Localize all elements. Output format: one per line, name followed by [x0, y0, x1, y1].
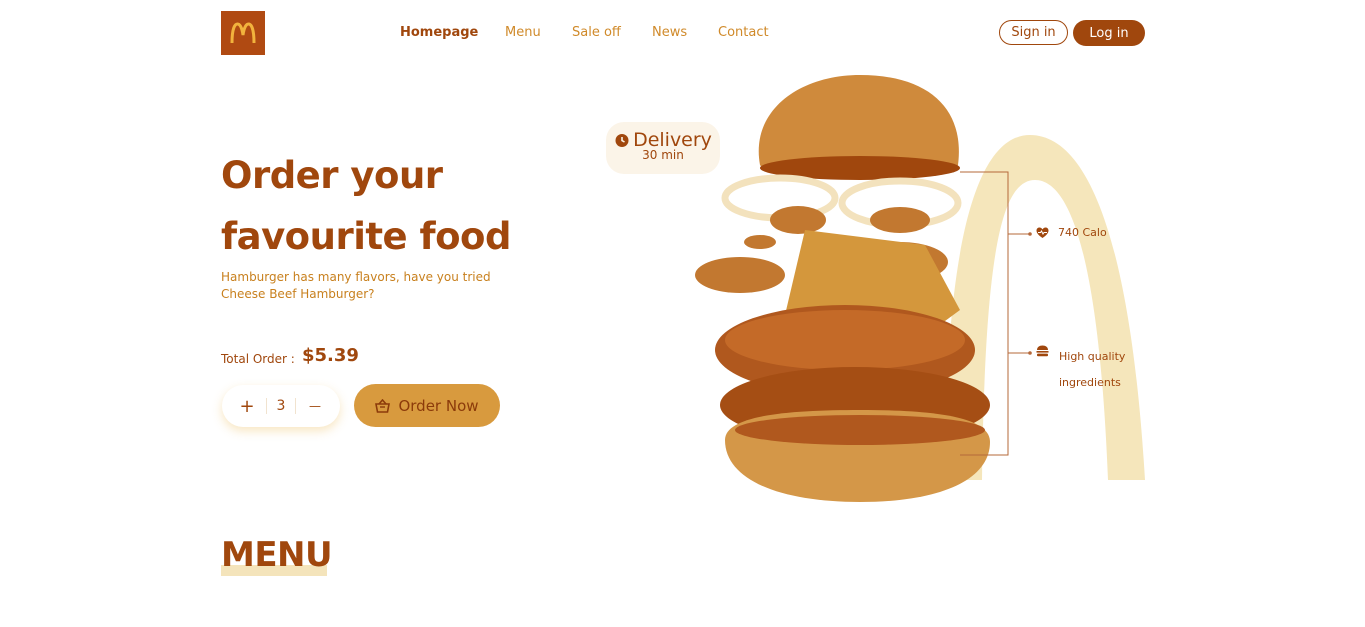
quantity-stepper: + 3 —	[222, 385, 340, 427]
hero-title-line2: favourite food	[221, 215, 511, 258]
basket-icon	[375, 398, 391, 413]
calories-text: 740 Calo	[1058, 226, 1107, 239]
clock-icon	[615, 134, 629, 147]
hero-subtitle-line1: Hamburger has many flavors, have you tri…	[221, 270, 491, 284]
nav-menu[interactable]: Menu	[505, 25, 541, 40]
burger-icon	[1036, 345, 1049, 357]
menu-section-heading: MENU	[221, 535, 333, 575]
order-now-label: Order Now	[398, 396, 479, 415]
quality-text-line1: High quality	[1059, 350, 1126, 363]
hero-illustration	[695, 75, 1145, 502]
log-in-button[interactable]: Log in	[1073, 20, 1145, 46]
sign-in-button[interactable]: Sign in	[999, 20, 1068, 45]
hero-title: Order your favourite food	[221, 145, 561, 267]
quantity-value: 3	[265, 398, 297, 414]
nav-contact[interactable]: Contact	[718, 25, 769, 40]
delivery-badge: Delivery 30 min	[606, 122, 720, 174]
total-order-label: Total Order :	[221, 352, 295, 366]
hero-subtitle-line2: Cheese Beef Hamburger?	[221, 287, 375, 301]
golden-arches-icon	[230, 22, 256, 44]
nav-homepage[interactable]: Homepage	[400, 25, 478, 40]
nav-news[interactable]: News	[652, 25, 687, 40]
brand-logo[interactable]	[221, 11, 265, 55]
heart-monitor-icon	[1036, 227, 1049, 238]
nav-sale-off[interactable]: Sale off	[572, 25, 621, 40]
hero-title-line1: Order your	[221, 154, 443, 197]
calories-annotation: 740 Calo	[1036, 226, 1107, 239]
hero-subtitle: Hamburger has many flavors, have you tri…	[221, 269, 521, 303]
order-now-button[interactable]: Order Now	[354, 384, 500, 427]
decrease-quantity-button[interactable]: —	[304, 395, 326, 417]
total-order-value: $5.39	[302, 345, 359, 366]
quality-text-line2: ingredients	[1059, 376, 1121, 389]
increase-quantity-button[interactable]: +	[236, 395, 258, 417]
